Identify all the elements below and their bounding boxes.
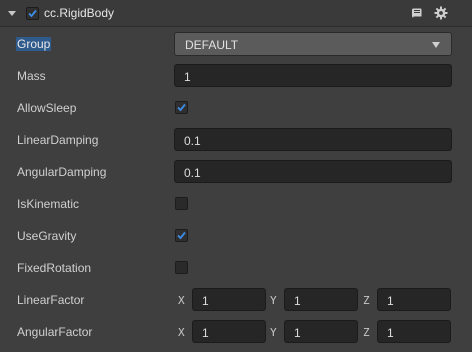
- group-label: Group: [16, 37, 52, 51]
- angular-factor-x-input[interactable]: 1: [192, 320, 266, 343]
- angular-factor-label: AngularFactor: [17, 325, 93, 339]
- is-kinematic-label: IsKinematic: [17, 197, 80, 211]
- angular-damping-label: AngularDamping: [17, 165, 107, 179]
- angular-factor-x-label: X: [178, 326, 185, 339]
- gear-icon[interactable]: [434, 6, 448, 20]
- angular-factor-y-label: Y: [270, 326, 277, 339]
- angular-factor-y-input[interactable]: 1: [284, 320, 358, 343]
- linear-factor-z-label: Z: [363, 294, 370, 307]
- linear-damping-input[interactable]: 0.1: [174, 128, 452, 151]
- fixed-rotation-label: FixedRotation: [17, 261, 92, 275]
- angular-factor-z-label: Z: [363, 326, 370, 339]
- chevron-down-icon[interactable]: [8, 11, 16, 16]
- mass-input[interactable]: 1: [174, 64, 452, 87]
- linear-factor-z-input[interactable]: 1: [377, 288, 451, 311]
- component-enabled-checkbox[interactable]: [26, 7, 39, 20]
- group-select-value: DEFAULT: [185, 38, 239, 52]
- book-icon[interactable]: [411, 7, 424, 20]
- use-gravity-checkbox[interactable]: [175, 229, 188, 242]
- linear-factor-x-input[interactable]: 1: [192, 288, 266, 311]
- component-title: cc.RigidBody: [44, 6, 115, 20]
- mass-label: Mass: [17, 69, 46, 83]
- component-header[interactable]: cc.RigidBody: [0, 0, 472, 27]
- linear-factor-x-label: X: [178, 294, 185, 307]
- allow-sleep-checkbox[interactable]: [175, 101, 188, 114]
- linear-damping-label: LinearDamping: [17, 133, 99, 147]
- use-gravity-label: UseGravity: [17, 229, 77, 243]
- fixed-rotation-checkbox[interactable]: [175, 261, 188, 274]
- allow-sleep-label: AllowSleep: [17, 101, 77, 115]
- caret-down-icon: [432, 42, 440, 48]
- linear-factor-label: LinearFactor: [17, 293, 85, 307]
- linear-factor-y-label: Y: [270, 294, 277, 307]
- group-select[interactable]: DEFAULT: [174, 32, 452, 56]
- angular-damping-input[interactable]: 0.1: [174, 160, 452, 183]
- linear-factor-y-input[interactable]: 1: [284, 288, 358, 311]
- is-kinematic-checkbox[interactable]: [175, 197, 188, 210]
- rigidbody-inspector-panel: cc.RigidBody Group DEFAULT Mass 1 AllowS…: [0, 0, 472, 352]
- angular-factor-z-input[interactable]: 1: [377, 320, 451, 343]
